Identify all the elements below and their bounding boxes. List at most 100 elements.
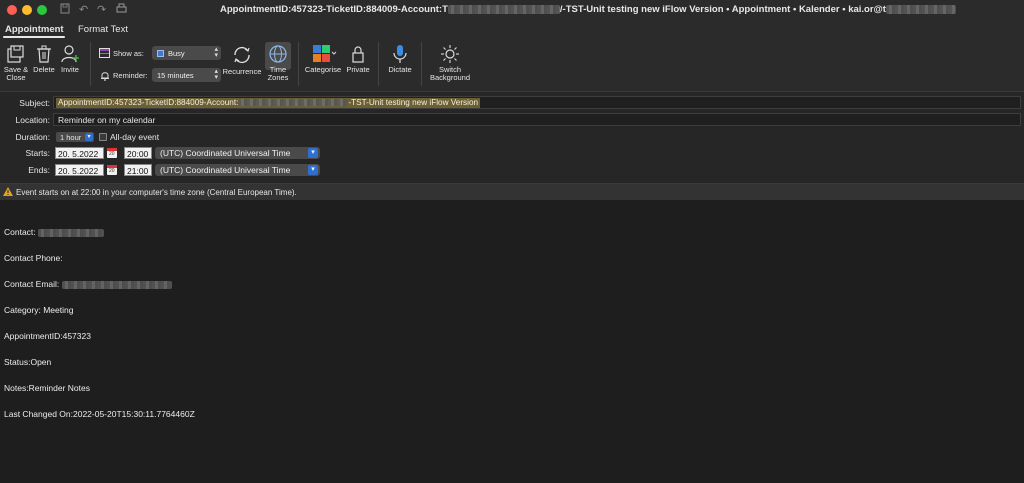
duration-label: Duration: bbox=[15, 132, 51, 142]
delete-button[interactable]: Delete bbox=[31, 44, 57, 74]
time-zones-button[interactable]: Time Zones bbox=[264, 44, 292, 82]
ends-label: Ends: bbox=[28, 165, 50, 175]
redacted-text bbox=[885, 4, 956, 14]
show-as-label: Show as: bbox=[113, 49, 144, 58]
bell-icon bbox=[100, 70, 110, 83]
window-title-suffix: /-TST-Unit testing new iFlow Version • A… bbox=[559, 4, 886, 15]
window-title: AppointmentID:457323-TicketID:884009-Acc… bbox=[220, 4, 956, 15]
save-close-label-2: Close bbox=[6, 73, 26, 82]
start-date-input[interactable]: 20. 5.2022 bbox=[55, 147, 104, 159]
end-time-input[interactable]: 21:00 bbox=[124, 164, 152, 176]
busy-swatch bbox=[157, 50, 164, 57]
categorise-label: Categorise bbox=[304, 65, 342, 74]
chevron-down-icon: ▾ bbox=[308, 165, 318, 175]
location-value: Reminder on my calendar bbox=[58, 115, 156, 125]
subject-label: Subject: bbox=[19, 98, 50, 108]
category-line: Category: Meeting bbox=[4, 305, 74, 315]
ribbon-tabs: Appointment Format Text bbox=[0, 20, 1024, 38]
location-label: Location: bbox=[15, 115, 51, 125]
save-close-icon bbox=[7, 45, 24, 63]
start-timezone-value: (UTC) Coordinated Universal Time bbox=[160, 148, 291, 158]
close-window-button[interactable] bbox=[7, 5, 17, 15]
ribbon-separator bbox=[298, 42, 299, 86]
end-time-value: 21:00 bbox=[127, 166, 149, 176]
categorise-icon bbox=[313, 45, 337, 62]
show-as-icon bbox=[99, 48, 110, 60]
delete-label: Delete bbox=[33, 65, 55, 74]
show-as-select[interactable]: Busy ▴ ▾ bbox=[152, 46, 221, 60]
show-as-value: Busy bbox=[168, 49, 185, 58]
location-input[interactable]: Reminder on my calendar bbox=[53, 113, 1021, 126]
dictate-button[interactable]: Dictate bbox=[385, 44, 415, 74]
status-line: Status:Open bbox=[4, 357, 52, 367]
recurrence-button[interactable]: Recurrence bbox=[222, 44, 262, 76]
print-icon[interactable] bbox=[116, 3, 127, 17]
time-zones-label-2: Zones bbox=[267, 73, 289, 82]
maximize-window-button[interactable] bbox=[37, 5, 47, 15]
save-icon[interactable] bbox=[60, 3, 70, 17]
contact-email-line: Contact Email: bbox=[4, 279, 172, 289]
duration-value: 1 hour bbox=[60, 133, 82, 142]
private-label: Private bbox=[346, 65, 370, 74]
starts-label: Starts: bbox=[25, 148, 50, 158]
sun-icon bbox=[441, 45, 459, 63]
title-bar: ↶ ↷ AppointmentID:457323-TicketID:884009… bbox=[0, 0, 1024, 20]
redo-icon[interactable]: ↷ bbox=[97, 3, 106, 16]
start-time-input[interactable]: 20:00 bbox=[124, 147, 152, 159]
redacted-text bbox=[38, 228, 105, 237]
tab-appointment[interactable]: Appointment bbox=[5, 24, 64, 35]
categorise-button[interactable]: Categorise bbox=[303, 44, 343, 74]
tab-format-text[interactable]: Format Text bbox=[78, 24, 128, 35]
window-title-prefix: AppointmentID:457323-TicketID:884009-Acc… bbox=[220, 4, 448, 15]
invite-label: Invite bbox=[61, 65, 79, 74]
all-day-checkbox[interactable] bbox=[99, 133, 107, 141]
ribbon-separator bbox=[90, 42, 91, 86]
end-date-input[interactable]: 20. 5.2022 bbox=[55, 164, 104, 176]
notes-line: Notes:Reminder Notes bbox=[4, 383, 90, 393]
end-timezone-select[interactable]: (UTC) Coordinated Universal Time ▾ bbox=[155, 164, 320, 176]
calendar-icon[interactable]: 20 bbox=[107, 148, 117, 158]
reminder-label: Reminder: bbox=[113, 71, 148, 80]
subject-suffix: -TST-Unit testing new iFlow Version bbox=[348, 98, 479, 107]
start-time-value: 20:00 bbox=[127, 149, 149, 159]
lock-icon bbox=[352, 46, 364, 63]
recurrence-icon bbox=[234, 47, 250, 63]
add-person-icon bbox=[61, 45, 79, 63]
end-date-value: 20. 5.2022 bbox=[58, 166, 99, 176]
subject-input[interactable]: AppointmentID:457323-TicketID:884009-Acc… bbox=[53, 96, 1021, 109]
minimize-window-button[interactable] bbox=[22, 5, 32, 15]
info-bar: Event starts on at 22:00 in your compute… bbox=[0, 183, 1024, 200]
chevron-down-icon: ▾ bbox=[85, 133, 93, 141]
ribbon-separator bbox=[378, 42, 379, 86]
redacted-text bbox=[61, 280, 172, 289]
end-timezone-value: (UTC) Coordinated Universal Time bbox=[160, 165, 291, 175]
undo-icon[interactable]: ↶ bbox=[79, 3, 88, 16]
ribbon: Save & Close Delete Invite Show as: Busy… bbox=[0, 38, 1024, 92]
trash-icon bbox=[37, 45, 51, 63]
switch-background-button[interactable]: Switch Background bbox=[427, 44, 473, 82]
info-text: Event starts on at 22:00 in your compute… bbox=[16, 188, 297, 197]
reminder-select[interactable]: 15 minutes ▴ ▾ bbox=[152, 68, 221, 82]
recurrence-label: Recurrence bbox=[222, 67, 262, 76]
switch-background-label-2: Background bbox=[429, 73, 471, 82]
contact-phone-line: Contact Phone: bbox=[4, 253, 63, 263]
microphone-icon bbox=[393, 45, 407, 63]
duration-select[interactable]: 1 hour ▾ bbox=[56, 132, 94, 142]
globe-icon bbox=[269, 45, 287, 63]
save-close-button[interactable]: Save & Close bbox=[3, 44, 29, 82]
chevron-down-icon: ▾ bbox=[308, 148, 318, 158]
calendar-day: 20 bbox=[109, 151, 115, 157]
contact-email-label: Contact Email: bbox=[4, 279, 60, 289]
warning-icon bbox=[3, 187, 13, 198]
contact-line: Contact: bbox=[4, 227, 105, 237]
start-timezone-select[interactable]: (UTC) Coordinated Universal Time ▾ bbox=[155, 147, 320, 159]
start-date-value: 20. 5.2022 bbox=[58, 149, 99, 159]
contact-label: Contact: bbox=[4, 227, 36, 237]
subject-prefix: AppointmentID:457323-TicketID:884009-Acc… bbox=[58, 98, 239, 107]
private-button[interactable]: Private bbox=[344, 44, 372, 74]
stepper-icon: ▴ ▾ bbox=[214, 68, 218, 81]
calendar-icon[interactable]: 20 bbox=[107, 165, 117, 175]
appointment-id-line: AppointmentID:457323 bbox=[4, 331, 91, 341]
calendar-day: 20 bbox=[109, 168, 115, 174]
invite-button[interactable]: Invite bbox=[58, 44, 82, 74]
